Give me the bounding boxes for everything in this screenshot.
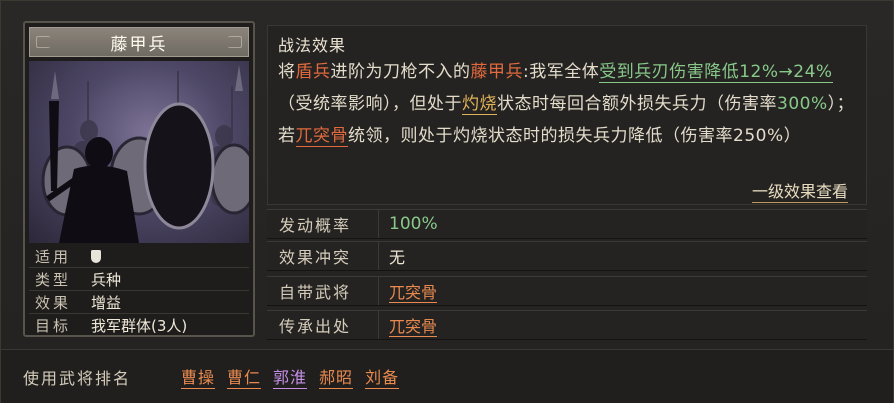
effect-segment: 300% [777, 94, 828, 114]
tactic-card: 藤甲兵 适用 类型 兵种 效果 增益 目标 我军群体(3人) [23, 21, 255, 337]
card-artwork [29, 61, 249, 243]
card-row-target: 目标 我军群体(3人) [29, 314, 249, 337]
card-row-effect: 效果 增益 [29, 291, 249, 314]
general-link-wutugu[interactable]: 兀突骨 [389, 317, 438, 337]
info-key: 自带武将 [267, 277, 379, 305]
effect-segment: （受统率影响），但处于 [278, 94, 462, 114]
card-title: 藤甲兵 [110, 34, 168, 55]
effect-text: 将盾兵进阶为刀枪不入的藤甲兵:我军全体受到兵刃伤害降低12%→24% （受统率影响… [278, 62, 854, 147]
info-row-trigger-rate: 发动概率 100% [267, 209, 867, 239]
card-row-value [85, 247, 249, 265]
rattan-soldiers-illustration [41, 65, 249, 243]
card-attributes: 适用 类型 兵种 效果 增益 目标 我军群体(3人) [29, 245, 249, 337]
info-value: 100% [389, 214, 438, 234]
general-link-guohuai[interactable]: 郭淮 [273, 364, 308, 389]
info-key: 效果冲突 [267, 242, 379, 270]
card-title-bar: 藤甲兵 [29, 27, 249, 57]
shield-icon [91, 250, 101, 263]
card-row-value: 我军群体(3人) [91, 317, 188, 335]
info-row-conflict: 效果冲突 无 [267, 241, 867, 271]
info-key: 传承出处 [267, 311, 379, 339]
effect-description[interactable]: 将盾兵进阶为刀枪不入的藤甲兵:我军全体受到兵刃伤害降低12%→24% （受统率影响… [278, 56, 858, 184]
effect-segment: 受到兵刃伤害降低12%→24% [599, 62, 833, 83]
effect-segment: 统领，则处于灼烧状态时的损失兵力降低（伤害率250%） [348, 126, 802, 146]
effect-segment: 藤甲兵 [470, 62, 523, 82]
card-row-key: 效果 [35, 293, 72, 312]
effect-segment: 将 [278, 62, 296, 82]
effect-segment: 进阶为刀枪不入的 [330, 62, 471, 82]
card-row-key: 类型 [35, 270, 72, 289]
ranking-label: 使用武将排名 [23, 368, 132, 388]
info-value: 兀突骨 [379, 279, 438, 303]
info-row-inherit-source: 传承出处 兀突骨 [267, 310, 867, 340]
general-link-liubei[interactable]: 刘备 [365, 364, 400, 389]
card-row-value: 增益 [91, 293, 122, 312]
info-value: 无 [389, 248, 406, 267]
tactic-detail-panel: 藤甲兵 适用 类型 兵种 效果 增益 目标 我军群体(3人) 战法效果 将盾兵进… [0, 0, 894, 403]
general-link-caoren[interactable]: 曹仁 [227, 364, 262, 389]
card-row-applicable: 适用 [29, 245, 249, 268]
general-link-haozhao[interactable]: 郝昭 [319, 364, 354, 389]
info-key: 发动概率 [267, 210, 379, 238]
effect-segment: 盾兵 [295, 62, 331, 82]
general-link-caocao[interactable]: 曹操 [181, 364, 216, 389]
info-row-own-general: 自带武将 兀突骨 [267, 276, 867, 306]
effect-segment[interactable]: 兀突骨 [295, 126, 348, 147]
effect-segment: :我军全体 [523, 62, 600, 82]
effect-segment: 状态时每回合额外损失兵力（伤害率 [497, 94, 777, 114]
card-row-key: 适用 [35, 247, 72, 266]
title-ornament-left [36, 36, 50, 48]
card-row-value: 兵种 [91, 270, 122, 289]
title-ornament-right [228, 36, 242, 48]
card-row-key: 目标 [35, 317, 72, 335]
tactic-effect-box[interactable]: 战法效果 将盾兵进阶为刀枪不入的藤甲兵:我军全体受到兵刃伤害降低12%→24% （… [267, 25, 867, 205]
effect-segment[interactable]: 灼烧 [462, 94, 497, 115]
first-level-effect-link[interactable]: 一级效果查看 [751, 178, 848, 203]
general-link-wutugu[interactable]: 兀突骨 [389, 283, 438, 303]
effect-section-title: 战法效果 [278, 36, 347, 55]
info-value: 兀突骨 [379, 313, 438, 337]
card-row-type: 类型 兵种 [29, 268, 249, 291]
general-ranking-bar: 使用武将排名 曹操 曹仁 郭淮 郝昭 刘备 [1, 349, 893, 403]
